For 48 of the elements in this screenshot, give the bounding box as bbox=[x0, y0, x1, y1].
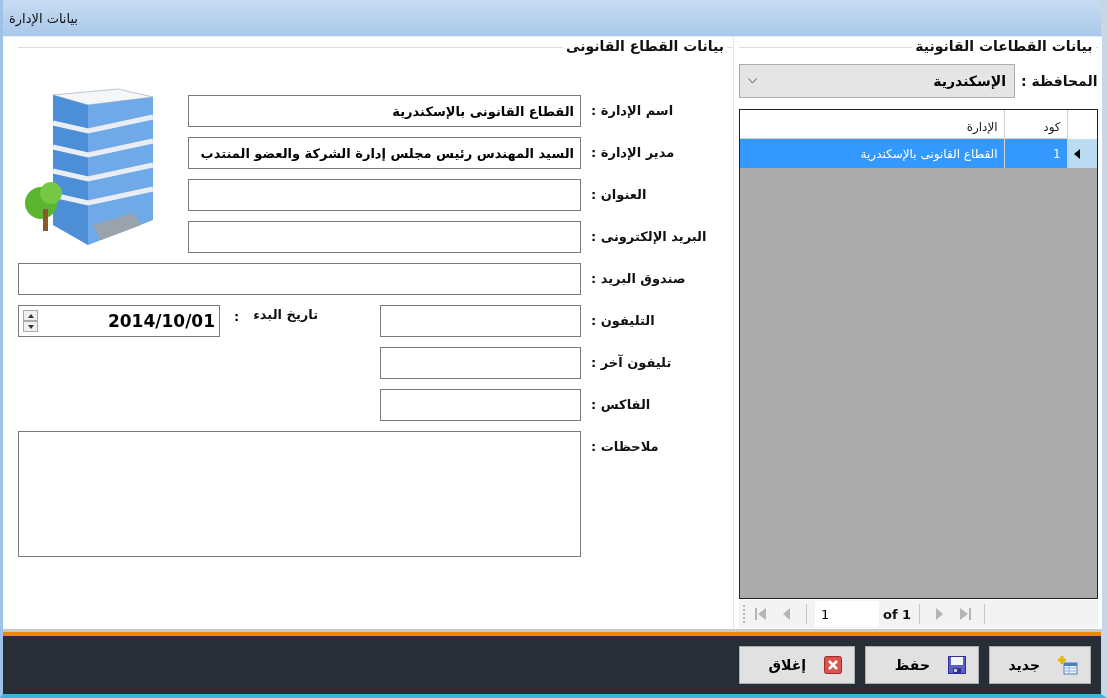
field-label: العنوان : bbox=[590, 186, 648, 204]
table-cell: القطاع القانونى بالإسكندرية bbox=[740, 139, 1005, 168]
input-field[interactable] bbox=[380, 389, 581, 421]
field-label: التليفون : bbox=[590, 312, 656, 330]
window-title: بيانات الإدارة bbox=[9, 10, 78, 26]
page-input[interactable]: 1 bbox=[815, 601, 879, 627]
group-title: بيانات القطاع القانونى bbox=[563, 38, 727, 54]
column-header[interactable]: كود bbox=[1004, 110, 1068, 139]
date-field[interactable]: 2014/10/01 bbox=[18, 305, 220, 337]
input-field[interactable]: السيد المهندس رئيس مجلس إدارة الشركة والعضو المنتدب bbox=[188, 137, 581, 169]
input-field[interactable] bbox=[380, 347, 581, 379]
input-field[interactable]: القطاع القانونى بالإسكندرية bbox=[188, 95, 581, 127]
field-label: تليفون آخر : bbox=[590, 353, 673, 372]
notes-field[interactable] bbox=[18, 431, 581, 557]
field-label: صندوق البريد : bbox=[590, 270, 687, 288]
table-cell: 1 bbox=[1004, 139, 1068, 168]
caret-up-icon bbox=[27, 313, 34, 318]
field-label: الفاكس : bbox=[590, 396, 652, 414]
close-icon bbox=[824, 656, 842, 674]
close-button[interactable]: إغلاق bbox=[739, 646, 855, 684]
field-label: ملاحظات : bbox=[590, 438, 660, 456]
input-field[interactable] bbox=[188, 179, 581, 211]
field-label: مدير الإدارة : bbox=[590, 144, 676, 162]
field-label: اسم الإدارة : bbox=[590, 102, 675, 120]
spin-up-button[interactable] bbox=[23, 310, 38, 321]
input-field[interactable] bbox=[188, 221, 581, 253]
first-page-icon bbox=[754, 607, 768, 621]
new-item-icon bbox=[1058, 655, 1078, 675]
chevron-down-icon bbox=[748, 78, 757, 84]
header-corner bbox=[1067, 110, 1097, 139]
governorate-dropdown[interactable]: الإسكندرية bbox=[739, 64, 1015, 98]
current-row-icon bbox=[1073, 148, 1080, 159]
group-title: بيانات القطاعات القانونية bbox=[912, 38, 1096, 54]
last-page-icon bbox=[958, 607, 973, 621]
column-header[interactable]: الإدارة bbox=[740, 110, 1005, 139]
save-button[interactable]: حفظ bbox=[865, 646, 979, 684]
grip-icon bbox=[743, 604, 746, 624]
caret-down-icon bbox=[27, 324, 34, 329]
field-label: البريد الإلكترونى : bbox=[590, 228, 708, 246]
field-label: تاريخ البدء bbox=[253, 307, 319, 322]
spin-down-button[interactable] bbox=[23, 321, 38, 332]
colon: : bbox=[234, 309, 240, 324]
input-field[interactable] bbox=[380, 305, 581, 337]
page-count: of 1 bbox=[883, 606, 912, 622]
row-header[interactable] bbox=[1067, 139, 1097, 168]
field-label: المحافظة : bbox=[1021, 73, 1098, 89]
input-field[interactable] bbox=[18, 263, 581, 295]
new-button[interactable]: جديد bbox=[989, 646, 1091, 684]
